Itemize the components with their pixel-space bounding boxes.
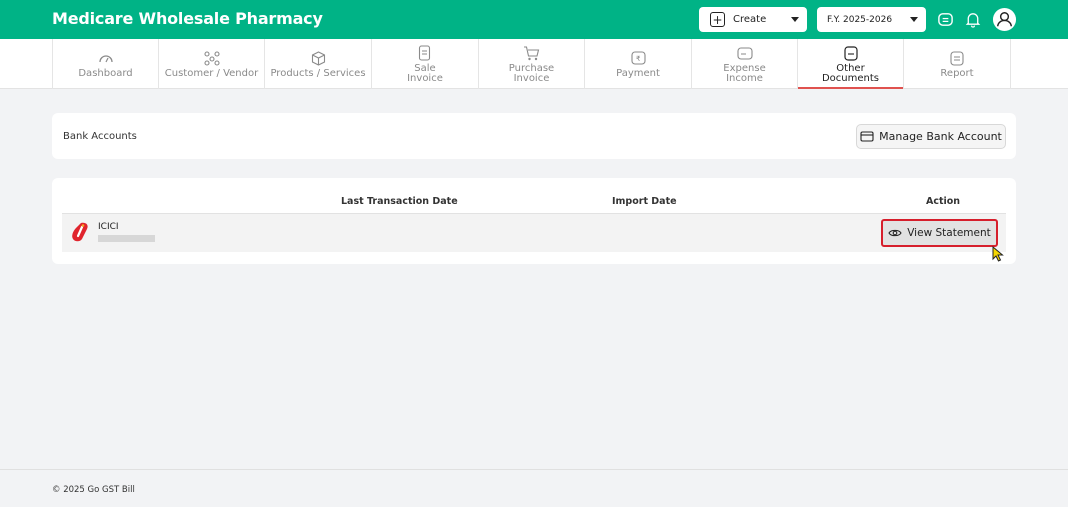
top-bar: Medicare Wholesale Pharmacy + Create F.Y… <box>0 0 1068 39</box>
nav-label: Other <box>836 62 865 74</box>
manage-label: Manage Bank Account <box>879 130 1002 143</box>
svg-text:₹: ₹ <box>636 55 641 63</box>
people-icon <box>203 50 221 67</box>
manage-bank-account-button[interactable]: Manage Bank Account <box>856 124 1006 149</box>
nav-other-documents[interactable]: Other Documents <box>798 39 904 89</box>
bank-accounts-header-card: Bank Accounts Manage Bank Account <box>52 113 1016 159</box>
icici-logo-icon <box>70 222 90 246</box>
box-icon <box>311 50 326 67</box>
nav-label: Expense <box>723 62 766 74</box>
invoice-icon <box>418 45 432 62</box>
report-icon <box>950 50 964 67</box>
chevron-down-icon <box>791 17 799 22</box>
cart-icon <box>523 45 540 62</box>
col-action: Action <box>926 196 961 207</box>
card-icon <box>860 131 874 142</box>
app-title: Medicare Wholesale Pharmacy <box>52 9 323 28</box>
nav-sale-invoice[interactable]: Sale Invoice <box>372 39 479 89</box>
nav-label: Customer / Vendor <box>164 67 259 79</box>
view-statement-button[interactable]: View Statement <box>881 219 998 247</box>
section-title: Bank Accounts <box>63 131 137 142</box>
user-icon[interactable] <box>991 6 1017 32</box>
fiscal-year-label: F.Y. 2025-2026 <box>827 14 893 25</box>
nav-expense-income[interactable]: Expense Income <box>692 39 798 89</box>
nav-label: Purchase <box>508 62 555 74</box>
nav-report[interactable]: Report <box>904 39 1011 89</box>
masked-account-number <box>98 235 155 242</box>
nav-label-2: Documents <box>821 72 880 84</box>
create-label: Create <box>733 14 767 25</box>
col-import-date: Import Date <box>612 196 677 207</box>
nav-payment[interactable]: ₹ Payment <box>585 39 692 89</box>
bank-accounts-table: Last Transaction Date Import Date Action… <box>52 178 1016 264</box>
nav-label-2: Income <box>726 72 763 84</box>
bank-name: ICICI <box>98 222 119 232</box>
nav-label: Dashboard <box>78 67 133 79</box>
nav-dashboard[interactable]: Dashboard <box>52 39 159 89</box>
wallet-icon <box>736 45 753 62</box>
eye-icon <box>888 229 902 237</box>
nav-customer-vendor[interactable]: Customer / Vendor <box>159 39 265 89</box>
nav-label: Payment <box>616 67 660 79</box>
nav-label: Report <box>940 67 974 79</box>
nav-label-2: Invoice <box>407 72 443 84</box>
table-row: ICICI View Statement <box>62 214 1006 252</box>
documents-icon <box>843 45 858 62</box>
nav-label: Products / Services <box>270 67 366 79</box>
message-icon[interactable] <box>935 9 955 29</box>
active-tab-indicator <box>798 87 903 89</box>
view-statement-label: View Statement <box>907 227 991 239</box>
copyright: © 2025 Go GST Bill <box>52 485 135 495</box>
nav-label: Sale <box>414 62 436 74</box>
col-last-transaction-date: Last Transaction Date <box>341 196 458 207</box>
payment-icon: ₹ <box>630 50 646 67</box>
nav-products-services[interactable]: Products / Services <box>265 39 372 89</box>
nav-label-2: Invoice <box>513 72 550 84</box>
fiscal-year-select[interactable]: F.Y. 2025-2026 <box>817 7 926 32</box>
nav-purchase-invoice[interactable]: Purchase Invoice <box>479 39 585 89</box>
footer: © 2025 Go GST Bill <box>0 469 1068 507</box>
mouse-cursor-icon <box>992 245 1004 266</box>
chevron-down-icon <box>910 17 918 22</box>
bell-icon[interactable] <box>963 9 983 29</box>
create-button[interactable]: + Create <box>699 7 807 32</box>
main-nav: Dashboard Customer / Vendor Products / S… <box>0 39 1068 89</box>
plus-icon: + <box>710 12 725 27</box>
gauge-icon <box>98 50 114 67</box>
